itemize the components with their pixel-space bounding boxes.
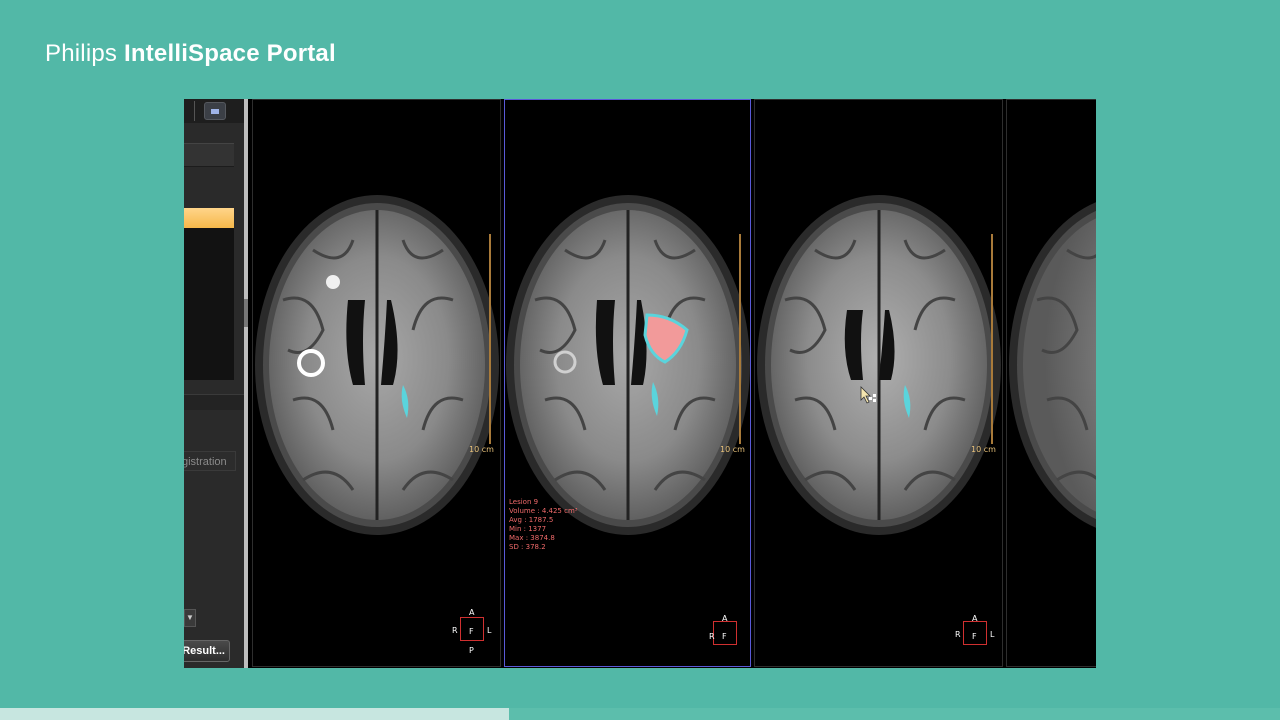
orient-top: A: [722, 614, 728, 623]
layout-icon[interactable]: [204, 102, 226, 120]
left-panel: gistration ▼ Result...: [184, 99, 244, 668]
orientation-cube[interactable]: A R F: [705, 612, 745, 664]
brand-title: Philips IntelliSpace Portal: [45, 40, 336, 68]
orient-center: F: [972, 632, 977, 641]
lesion-min: Min : 1377: [509, 525, 547, 533]
viewer-window: gistration ▼ Result... 10 cm A R F L P 1…: [184, 99, 1096, 668]
brain-image-3: [757, 195, 1001, 535]
orient-top: A: [972, 614, 978, 623]
orientation-cube[interactable]: A R F L P: [452, 608, 492, 660]
lesion-avg: Avg : 1787.5: [509, 516, 554, 524]
lesion-max: Max : 3874.8: [509, 534, 555, 542]
lesion-name: Lesion 9: [509, 498, 539, 506]
selected-item-highlight[interactable]: [184, 208, 234, 228]
viewport-1[interactable]: 10 cm A R F L P: [252, 99, 501, 667]
splitter-grip-icon[interactable]: [244, 299, 248, 327]
registration-button[interactable]: gistration: [184, 451, 236, 471]
orient-left: R: [709, 632, 715, 641]
viewport-4[interactable]: [1006, 99, 1096, 667]
orient-left: R: [452, 626, 458, 635]
brand-name-light: Philips: [45, 40, 118, 67]
brain-image-2: [506, 195, 750, 535]
progress-strip: [0, 708, 1280, 720]
viewport-3[interactable]: 10 cm A R F L: [754, 99, 1003, 667]
scale-label: 10 cm: [469, 445, 494, 454]
scale-label: 10 cm: [720, 445, 745, 454]
brand-name-bold: IntelliSpace Portal: [123, 40, 336, 67]
lesion-stats: Lesion 9 Volume : 4.425 cm³ Avg : 1787.5…: [509, 498, 578, 552]
orient-center: F: [722, 632, 727, 641]
orientation-cube[interactable]: A R F L: [955, 612, 995, 664]
orient-left: R: [955, 630, 961, 639]
brain-image-1: [255, 195, 499, 535]
orient-right: L: [487, 626, 492, 635]
progress-fill: [0, 708, 510, 720]
toolbar: [184, 99, 244, 123]
panel-row: [184, 143, 234, 167]
orient-right: L: [990, 630, 995, 639]
viewport-2[interactable]: 10 cm Lesion 9 Volume : 4.425 cm³ Avg : …: [504, 99, 751, 667]
panel-splitter[interactable]: [244, 99, 248, 668]
panel-separator: [184, 394, 244, 410]
toolbar-separator: [194, 101, 195, 121]
result-list[interactable]: [184, 228, 234, 380]
result-button[interactable]: Result...: [184, 640, 230, 662]
lesion-sd: SD : 378.2: [509, 543, 546, 551]
orient-center: F: [469, 627, 474, 636]
lesion-volume: Volume : 4.425 cm³: [509, 507, 578, 515]
dropdown-arrow-icon[interactable]: ▼: [184, 609, 196, 627]
cursor-icon: [860, 386, 876, 404]
brain-image-4: [1009, 202, 1096, 528]
scale-label: 10 cm: [971, 445, 996, 454]
orient-top: A: [469, 608, 475, 617]
orient-bottom: P: [469, 646, 474, 655]
